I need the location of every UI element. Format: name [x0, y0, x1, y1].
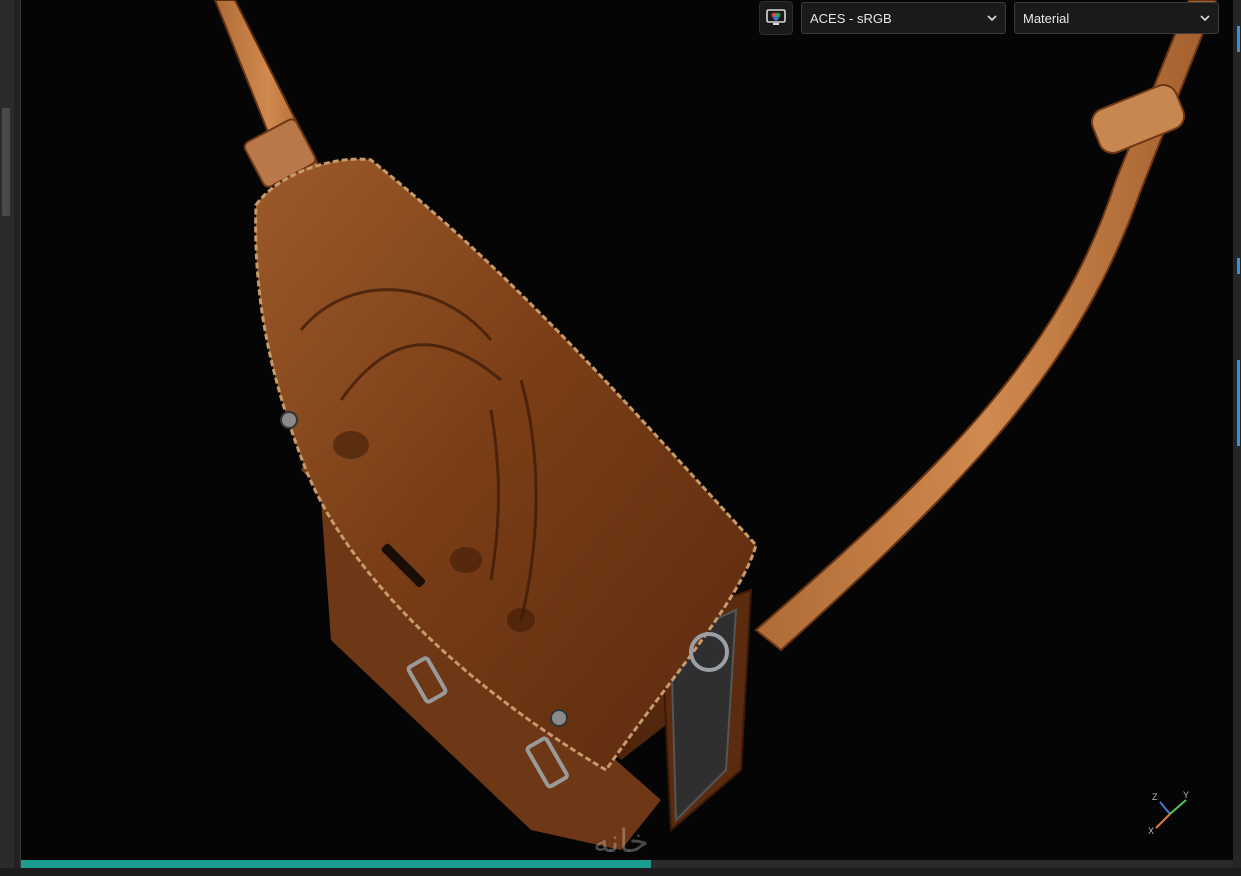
render-progress-bar	[21, 860, 1233, 868]
axis-gizmo[interactable]: Z Y X	[1146, 786, 1194, 836]
3d-viewport[interactable]: ACES - sRGB Material Z Y X خانه	[21, 0, 1233, 860]
chevron-down-icon	[987, 15, 997, 22]
axis-y-label: Y	[1183, 790, 1189, 800]
render-progress-fill	[21, 860, 652, 868]
chevron-down-icon	[1200, 15, 1210, 22]
render-mode-dropdown[interactable]: Material	[1014, 2, 1219, 34]
status-strip	[0, 868, 1241, 876]
monitor-color-icon	[766, 9, 786, 25]
left-panel-edge	[14, 0, 20, 876]
left-panel-scrollbar[interactable]	[2, 108, 10, 216]
right-panel-marker	[1237, 26, 1240, 52]
left-panel	[0, 0, 21, 876]
right-panel-marker	[1237, 360, 1240, 446]
color-space-dropdown[interactable]: ACES - sRGB	[801, 2, 1006, 34]
watermark: خانه	[593, 822, 649, 860]
axis-x-label: X	[1148, 826, 1154, 836]
display-settings-button[interactable]	[759, 1, 793, 35]
color-space-label: ACES - sRGB	[810, 10, 892, 26]
render-mode-label: Material	[1023, 10, 1070, 26]
viewport-toolbar: ACES - sRGB Material	[759, 0, 1219, 36]
satchel-model	[213, 0, 1218, 850]
right-panel-marker	[1237, 258, 1240, 274]
right-panel	[1233, 0, 1241, 876]
watermark-text: خانه	[593, 822, 649, 860]
axis-z-label: Z	[1152, 792, 1158, 802]
